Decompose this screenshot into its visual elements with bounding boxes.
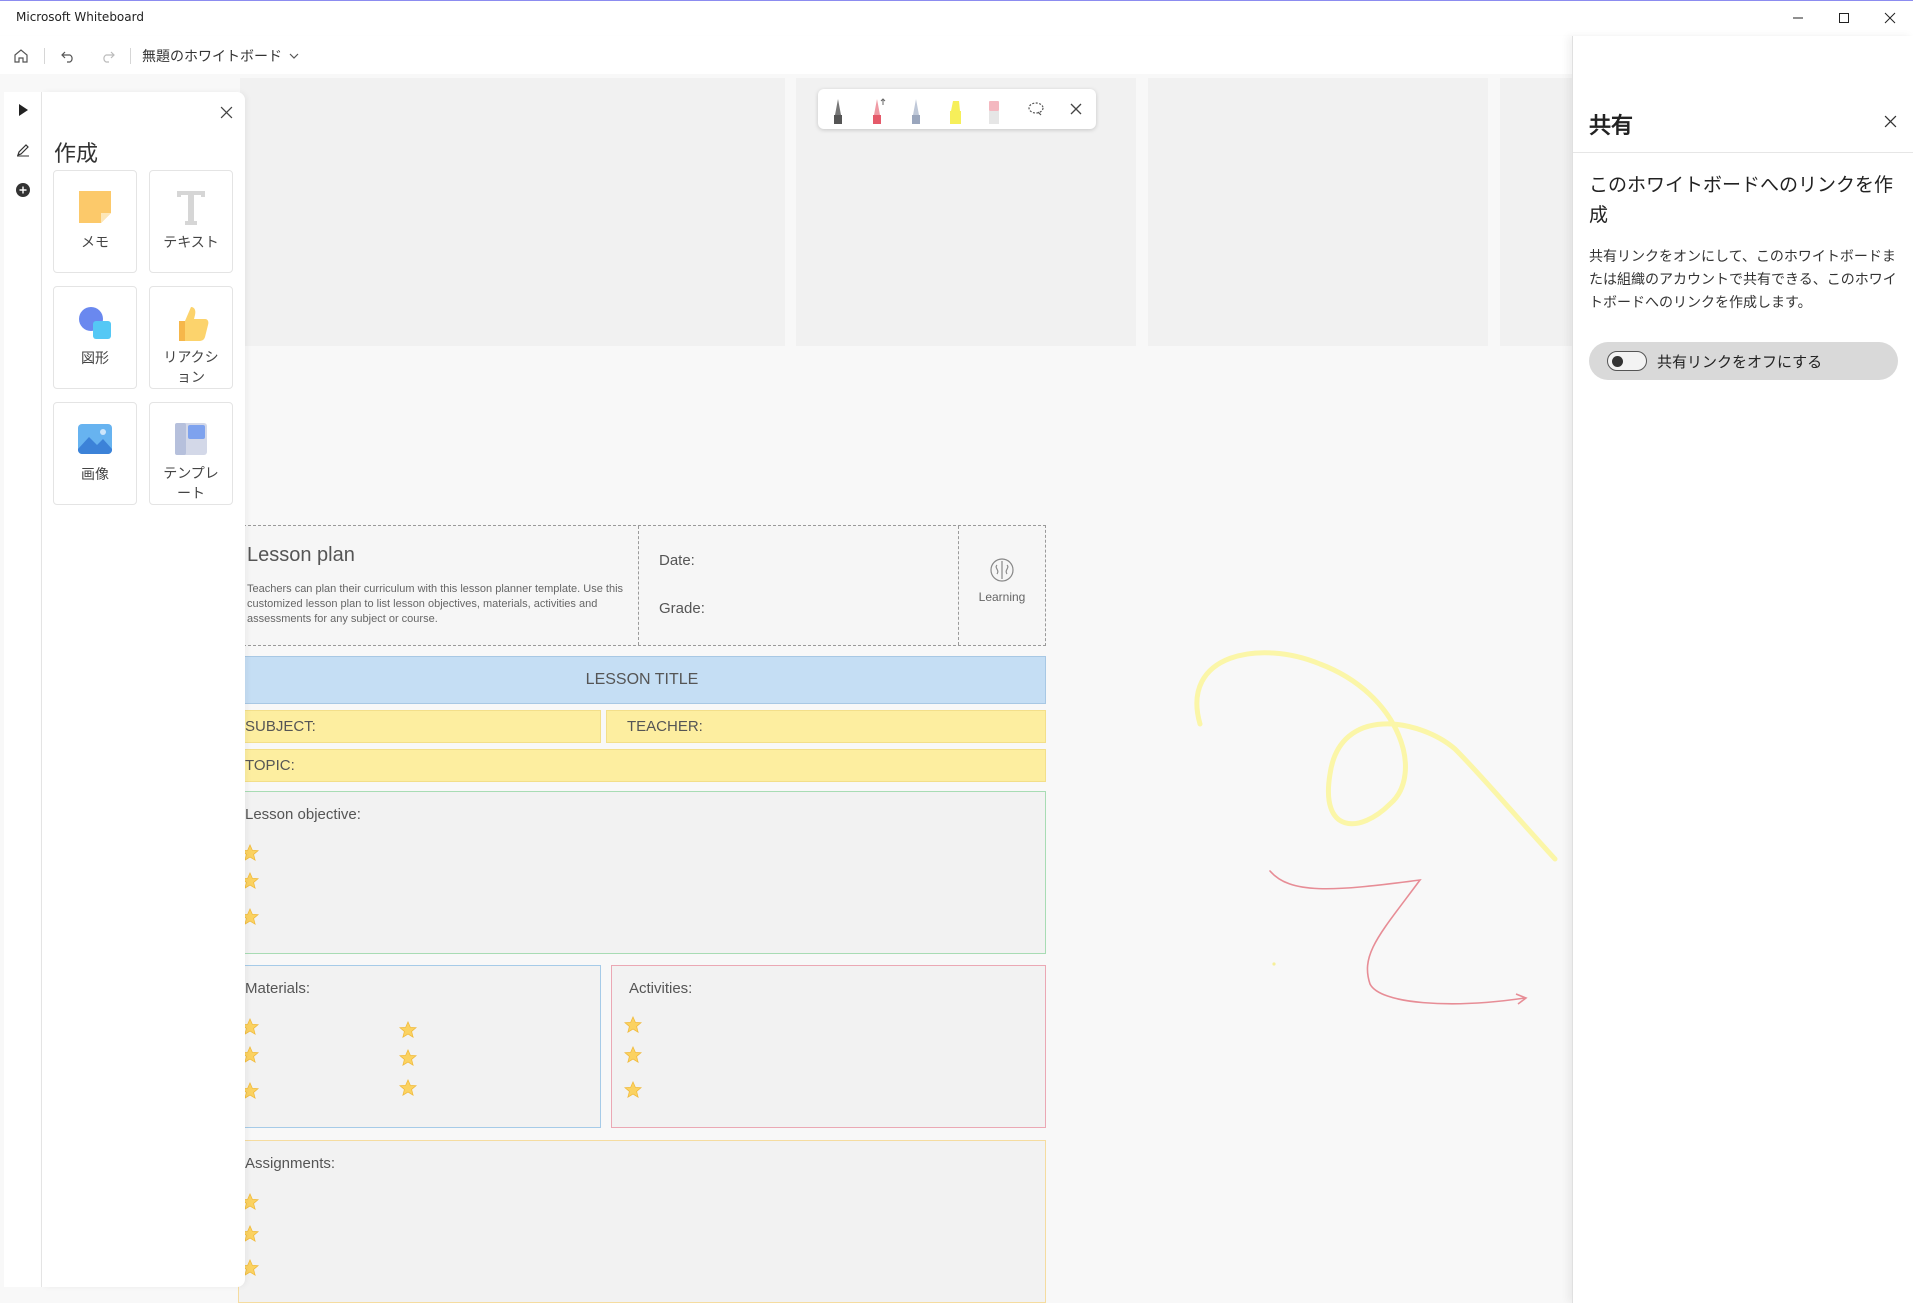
ink-drawing[interactable] <box>1180 574 1572 1114</box>
title-bar: Microsoft Whiteboard <box>0 0 1913 36</box>
materials-section[interactable]: Materials: <box>238 965 601 1128</box>
select-tool-icon[interactable] <box>9 96 37 124</box>
tile-label: テンプレート <box>163 466 219 502</box>
tile-shapes[interactable]: 図形 <box>53 286 137 389</box>
toggle-knob <box>1612 356 1623 367</box>
toolbar-divider <box>44 48 45 64</box>
tile-text[interactable]: テキスト <box>149 170 233 273</box>
sticky-note-icon <box>73 185 117 229</box>
tile-template[interactable]: テンプレート <box>149 402 233 505</box>
tool-rail <box>4 92 42 1287</box>
activities-label: Activities: <box>629 980 693 997</box>
share-link-toggle-row[interactable]: 共有リンクをオフにする <box>1589 342 1898 380</box>
create-panel: 作成 メモ テキスト 図形 リアクション 画像 テンプレート <box>42 92 245 1287</box>
assignments-section[interactable]: Assignments: <box>238 1140 1046 1303</box>
activities-section[interactable]: Activities: <box>611 965 1046 1128</box>
divider <box>1573 152 1913 153</box>
board-name: 無題のホワイトボード <box>142 49 282 65</box>
learning-label: Learning <box>978 590 1026 604</box>
tile-label: 画像 <box>81 467 109 483</box>
star-icon <box>399 1021 417 1038</box>
star-icon <box>399 1049 417 1066</box>
add-icon[interactable] <box>9 176 37 204</box>
lesson-plan-intro: Lesson plan Teachers can plan their curr… <box>239 526 639 645</box>
star-icon <box>624 1081 642 1098</box>
share-link-toggle-label: 共有リンクをオフにする <box>1657 353 1823 371</box>
tile-label: メモ <box>81 235 109 251</box>
learning-badge: Learning <box>959 526 1045 645</box>
objective-label: Lesson objective: <box>245 806 361 823</box>
text-icon <box>169 185 213 229</box>
close-icon[interactable] <box>1867 1 1913 35</box>
pen-tool-icon[interactable] <box>9 136 37 164</box>
red-ink-stroke[interactable] <box>1269 870 1526 1005</box>
canvas-region <box>1500 78 1572 346</box>
tile-image[interactable]: 画像 <box>53 402 137 505</box>
red-pen-icon[interactable] <box>866 95 888 125</box>
yellow-highlighter-icon[interactable] <box>944 95 966 125</box>
share-panel-title: 共有 <box>1589 114 1634 139</box>
lesson-plan-description: Teachers can plan their curriculum with … <box>247 583 624 625</box>
blue-pen-icon[interactable] <box>905 95 927 125</box>
lasso-select-icon[interactable] <box>1026 99 1046 119</box>
eraser-icon[interactable] <box>983 95 1005 125</box>
minimize-icon[interactable] <box>1775 1 1821 35</box>
share-link-toggle[interactable] <box>1607 351 1647 371</box>
yellow-ink-dot <box>1272 962 1276 966</box>
share-panel: 共有 このホワイトボードへのリンクを作成 共有リンクをオンにして、このホワイトボ… <box>1572 36 1913 1303</box>
canvas-region <box>1148 78 1488 346</box>
objective-section[interactable]: Lesson objective: <box>238 791 1046 954</box>
shapes-icon <box>73 301 117 345</box>
topic-band[interactable]: TOPIC: <box>238 749 1046 782</box>
close-icon[interactable] <box>1878 109 1902 133</box>
teacher-band[interactable]: TEACHER: <box>606 710 1046 743</box>
home-icon[interactable] <box>9 44 33 68</box>
tile-memo[interactable]: メモ <box>53 170 137 273</box>
subject-label: SUBJECT: <box>245 718 316 735</box>
close-icon[interactable] <box>1066 99 1086 119</box>
brain-icon <box>990 558 1014 582</box>
lesson-plan-title: Lesson plan <box>247 544 355 566</box>
toolbar-divider <box>130 48 131 64</box>
pen-tray <box>818 89 1096 129</box>
grade-label: Grade: <box>659 600 705 617</box>
teacher-label: TEACHER: <box>627 718 703 735</box>
image-icon <box>73 417 117 461</box>
app-title: Microsoft Whiteboard <box>16 10 144 24</box>
star-icon <box>624 1046 642 1063</box>
tile-label: テキスト <box>163 235 219 251</box>
panel-title: 作成 <box>54 142 99 167</box>
lesson-title: LESSON TITLE <box>585 671 699 688</box>
assignments-label: Assignments: <box>245 1155 336 1172</box>
redo-icon[interactable] <box>96 44 120 68</box>
date-label: Date: <box>659 552 695 569</box>
lesson-plan-meta: Date: Grade: <box>639 526 959 645</box>
black-pen-icon[interactable] <box>827 95 849 125</box>
lesson-plan-header[interactable]: Lesson plan Teachers can plan their curr… <box>238 525 1046 646</box>
tile-reaction[interactable]: リアクション <box>149 286 233 389</box>
share-description: 共有リンクをオンにして、このホワイトボードまたは組織のアカウントで共有できる、こ… <box>1589 249 1897 311</box>
yellow-ink-stroke[interactable] <box>1194 650 1558 862</box>
materials-label: Materials: <box>245 980 311 997</box>
topic-label: TOPIC: <box>245 757 295 774</box>
undo-icon[interactable] <box>56 44 80 68</box>
tile-label: リアクション <box>163 350 219 386</box>
template-icon <box>169 417 213 460</box>
chevron-down-icon <box>289 53 299 59</box>
canvas-region <box>240 78 785 346</box>
subject-band[interactable]: SUBJECT: <box>238 710 601 743</box>
board-name-menu[interactable]: 無題のホワイトボード <box>142 46 300 66</box>
tile-label: 図形 <box>81 351 109 367</box>
thumbs-up-icon <box>169 301 213 344</box>
lesson-title-band[interactable]: LESSON TITLE <box>238 656 1046 704</box>
star-icon <box>399 1079 417 1096</box>
maximize-icon[interactable] <box>1821 1 1867 35</box>
share-heading: このホワイトボードへのリンクを作成 <box>1589 174 1894 226</box>
close-icon[interactable] <box>214 100 238 124</box>
star-icon <box>624 1016 642 1033</box>
